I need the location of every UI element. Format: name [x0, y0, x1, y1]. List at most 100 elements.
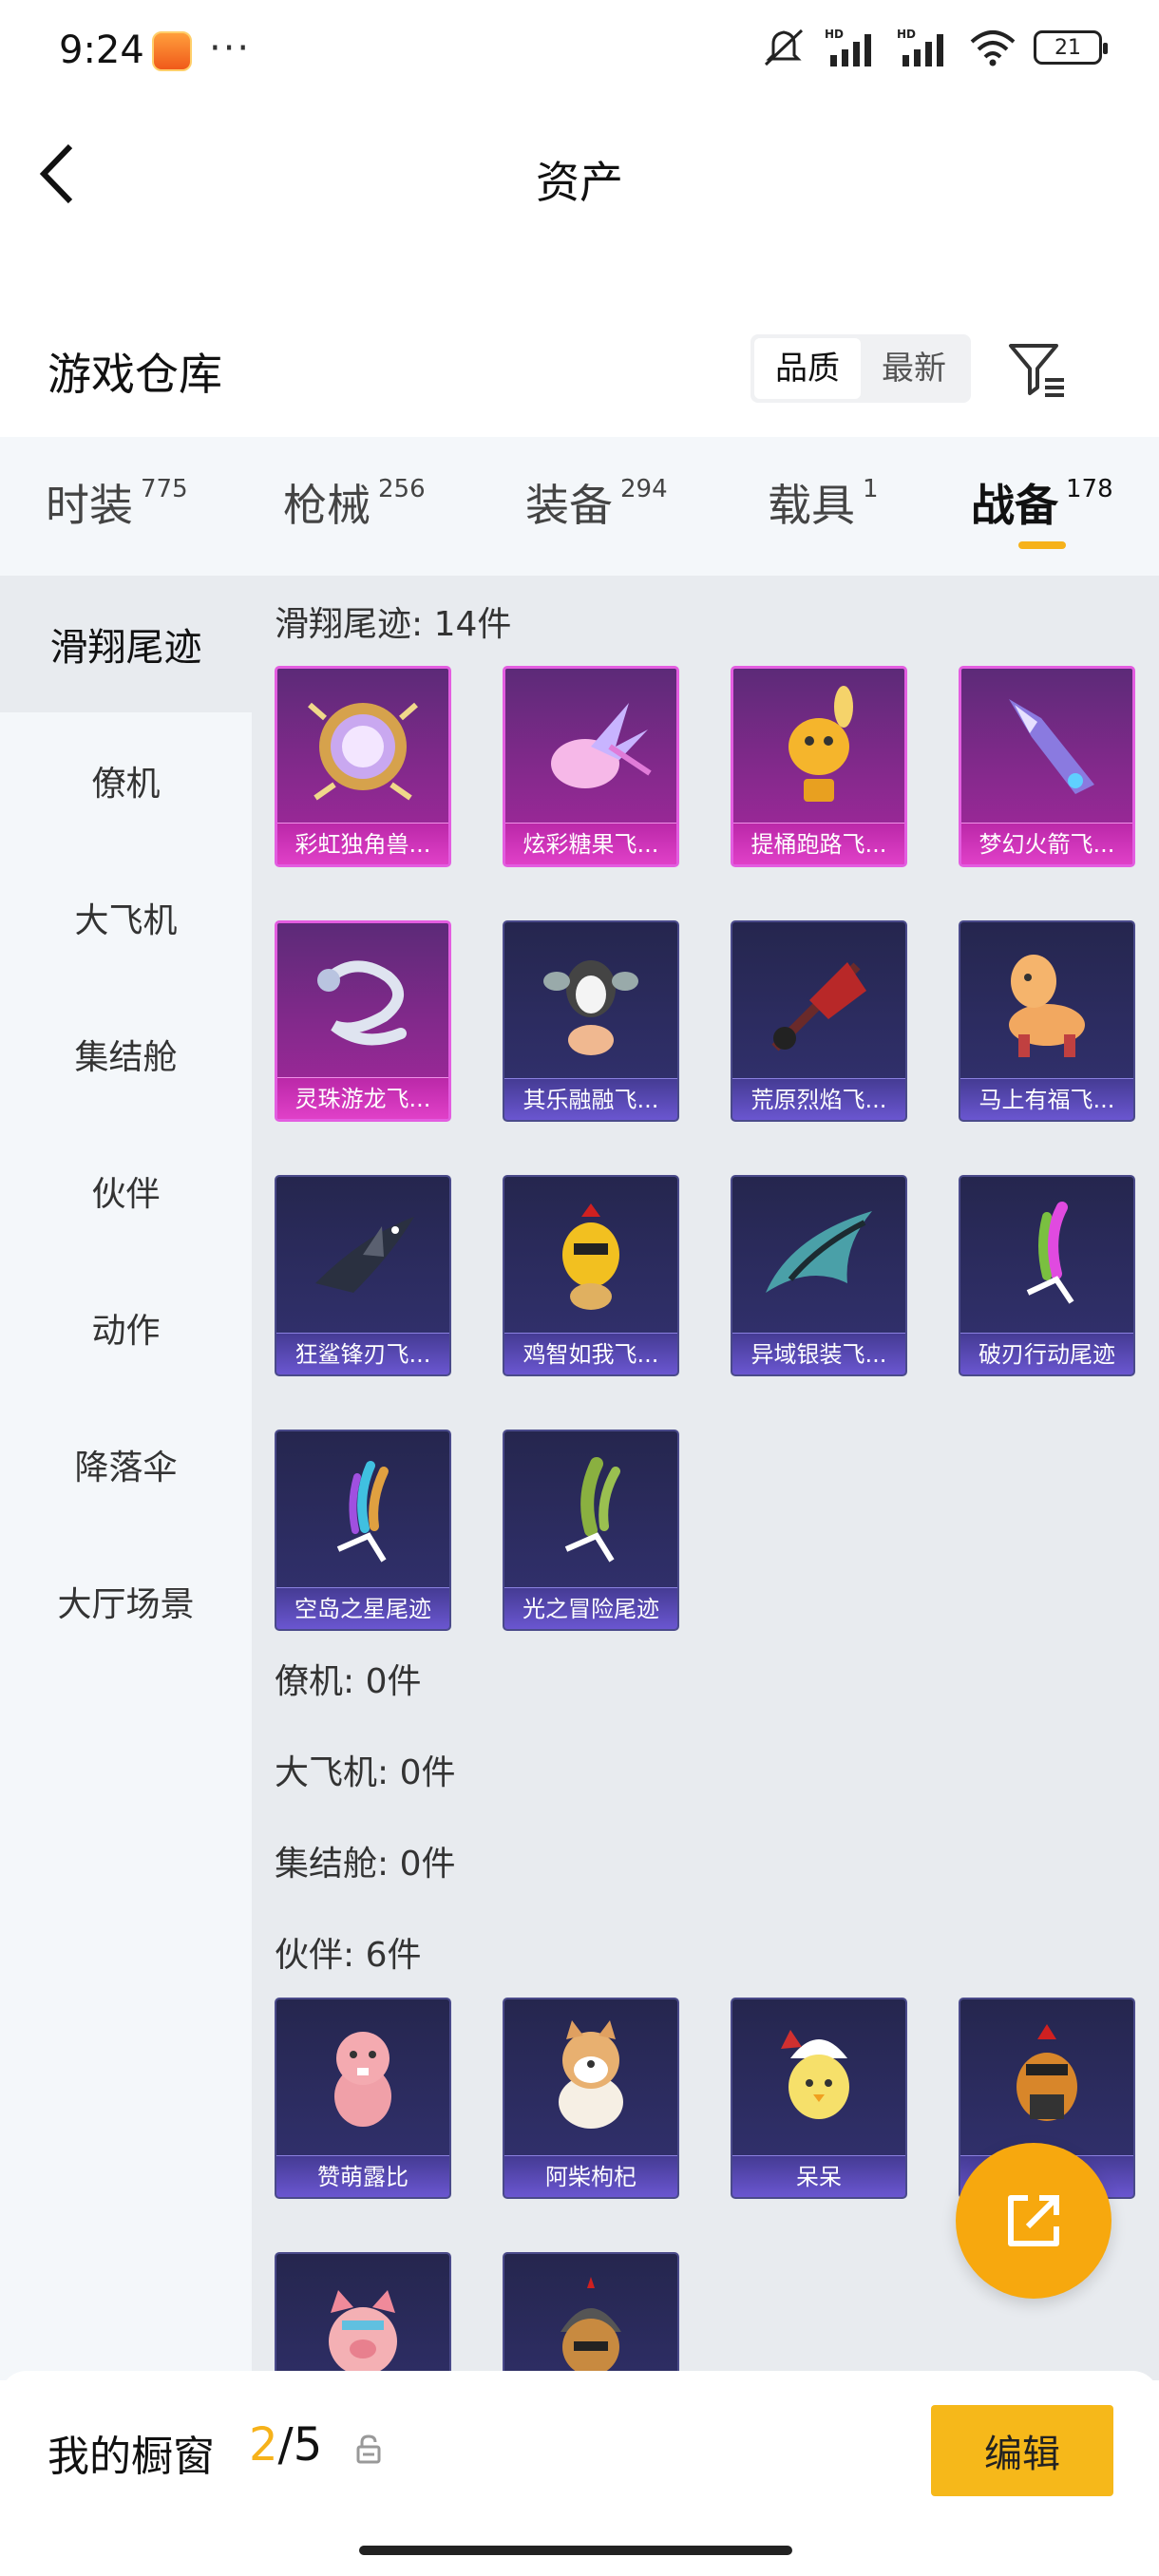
- item-card[interactable]: 灵珠游龙飞...: [275, 920, 451, 1122]
- flame-glider-icon: [732, 922, 905, 1078]
- category-heading-partner: 伙伴: 6件: [275, 1936, 422, 1975]
- section-header: 游戏仓库 品质 最新: [0, 313, 1159, 418]
- item-name: 光之冒险尾迹: [504, 1587, 677, 1629]
- item-card[interactable]: 彩虹独角兽...: [275, 666, 451, 867]
- shiba-icon: [504, 1999, 677, 2155]
- item-name: 提桶跑路飞...: [733, 823, 904, 864]
- item-name: 呆呆: [732, 2155, 905, 2197]
- svg-text:HD: HD: [897, 28, 916, 41]
- item-card[interactable]: 荒原烈焰飞...: [731, 920, 907, 1122]
- tab-guns[interactable]: 枪械 256: [283, 471, 426, 534]
- sort-toggle: 品质 最新: [750, 334, 971, 403]
- item-card[interactable]: 赞萌露比: [275, 1998, 451, 2199]
- sidebar-item-big-plane[interactable]: 大飞机: [0, 849, 252, 986]
- item-name: 其乐融融飞...: [504, 1078, 677, 1120]
- pig-icon: [276, 2254, 449, 2380]
- section-title: 游戏仓库: [48, 349, 222, 400]
- item-card[interactable]: 马上有福飞...: [959, 920, 1135, 1122]
- filter-icon: [1009, 344, 1064, 397]
- tab-equipment[interactable]: 装备 294: [525, 471, 668, 534]
- rooster-icon: [960, 1999, 1133, 2155]
- tab-count: 294: [620, 475, 668, 503]
- unicorn-mirror-icon: [277, 669, 448, 824]
- category-heading-glide: 滑翔尾迹: 14件: [275, 605, 512, 644]
- app-notification-icon: [152, 31, 192, 71]
- item-card[interactable]: 阿柴枸杞: [503, 1998, 679, 2199]
- lock-icon: [356, 2434, 381, 2464]
- item-card[interactable]: [275, 2252, 451, 2380]
- showcase-current: 2: [249, 2418, 278, 2472]
- tab-count: 178: [1066, 475, 1113, 503]
- item-name: 梦幻火箭飞...: [961, 823, 1132, 864]
- signal-1-icon: HD: [825, 28, 871, 66]
- item-name: 鸡智如我飞...: [504, 1333, 677, 1374]
- item-card[interactable]: 狂鲨锋刃飞...: [275, 1175, 451, 1376]
- item-name: 狂鲨锋刃飞...: [276, 1333, 449, 1374]
- sidebar-item-parachute[interactable]: 降落伞: [0, 1396, 252, 1533]
- tab-fashion[interactable]: 时装 775: [46, 471, 188, 534]
- mute-icon: [764, 28, 804, 66]
- svg-text:HD: HD: [825, 28, 844, 41]
- item-card[interactable]: 提桶跑路飞...: [731, 666, 907, 867]
- item-card[interactable]: 梦幻火箭飞...: [959, 666, 1135, 867]
- tab-count: 775: [141, 475, 188, 503]
- penguin-icon: [504, 922, 677, 1078]
- item-name: 阿柴枸杞: [504, 2155, 677, 2197]
- sidebar-item-emote[interactable]: 动作: [0, 1260, 252, 1396]
- chicken-icon: [504, 1177, 677, 1333]
- helmet-dog-icon: [504, 2254, 677, 2380]
- sort-newest-button[interactable]: 最新: [861, 338, 967, 399]
- share-button[interactable]: [956, 2143, 1112, 2299]
- more-notifications-icon: ···: [209, 27, 252, 70]
- sidebar-item-partner[interactable]: 伙伴: [0, 1123, 252, 1260]
- edit-button[interactable]: 编辑: [931, 2405, 1113, 2496]
- item-card[interactable]: 破刃行动尾迹: [959, 1175, 1135, 1376]
- item-name: 空岛之星尾迹: [276, 1587, 449, 1629]
- active-tab-indicator: [1018, 541, 1066, 549]
- chick-icon: [732, 1999, 905, 2155]
- category-heading-plane: 大飞机: 0件: [275, 1753, 456, 1792]
- tab-vehicles[interactable]: 载具 1: [768, 471, 879, 534]
- tab-label: 枪械: [283, 480, 370, 531]
- status-time: 9:24: [59, 28, 144, 72]
- item-name: 荒原烈焰飞...: [732, 1078, 905, 1120]
- green-trail-icon: [504, 1431, 677, 1587]
- sidebar-item-lobby-scene[interactable]: 大厅场景: [0, 1533, 252, 1670]
- wifi-icon: [970, 30, 1016, 66]
- showcase-total: /5: [277, 2418, 323, 2472]
- item-card[interactable]: 其乐融融飞...: [503, 920, 679, 1122]
- trail-smoke-icon: [960, 1177, 1133, 1333]
- item-card[interactable]: 空岛之星尾迹: [275, 1430, 451, 1631]
- item-card[interactable]: [503, 2252, 679, 2380]
- category-tabs: 时装 775 枪械 256 装备 294 载具 1 战备 178: [0, 437, 1159, 576]
- sidebar-item-pod[interactable]: 集结舱: [0, 986, 252, 1123]
- candy-icon: [505, 669, 676, 824]
- category-heading-pod: 集结舱: 0件: [275, 1845, 456, 1884]
- filter-button[interactable]: [1005, 338, 1068, 401]
- item-card[interactable]: 呆呆: [731, 1998, 907, 2199]
- item-name: 异域银装飞...: [732, 1333, 905, 1374]
- item-card[interactable]: 异域银装飞...: [731, 1175, 907, 1376]
- item-name: 赞萌露比: [276, 2155, 449, 2197]
- sidebar: 滑翔尾迹 僚机 大飞机 集结舱 伙伴 动作 降落伞 大厅场景: [0, 576, 252, 2380]
- item-card[interactable]: 鸡智如我飞...: [503, 1175, 679, 1376]
- sidebar-item-glide-trail[interactable]: 滑翔尾迹: [0, 576, 252, 712]
- home-indicator[interactable]: [359, 2546, 792, 2555]
- tab-count: 256: [378, 475, 426, 503]
- bee-bucket-icon: [733, 669, 904, 824]
- item-name: 灵珠游龙飞...: [277, 1077, 448, 1119]
- wing-glider-icon: [732, 1177, 905, 1333]
- sort-quality-button[interactable]: 品质: [754, 338, 861, 399]
- status-bar: 9:24 ··· HD HD 21: [0, 0, 1159, 104]
- sidebar-item-wingman[interactable]: 僚机: [0, 712, 252, 849]
- category-heading-wingman: 僚机: 0件: [275, 1662, 422, 1701]
- page-title: 资产: [536, 157, 623, 208]
- item-card[interactable]: 光之冒险尾迹: [503, 1430, 679, 1631]
- tab-label: 载具: [768, 480, 855, 531]
- item-name: 破刃行动尾迹: [960, 1333, 1133, 1374]
- tab-count: 1: [863, 475, 879, 503]
- tab-battle-gear[interactable]: 战备 178: [971, 471, 1113, 534]
- signal-2-icon: HD: [897, 28, 943, 66]
- item-grid-panel: 滑翔尾迹: 14件 彩虹独角兽... 炫彩糖果飞... 提桶跑路飞... 梦幻火…: [252, 576, 1159, 2380]
- item-card[interactable]: 炫彩糖果飞...: [503, 666, 679, 867]
